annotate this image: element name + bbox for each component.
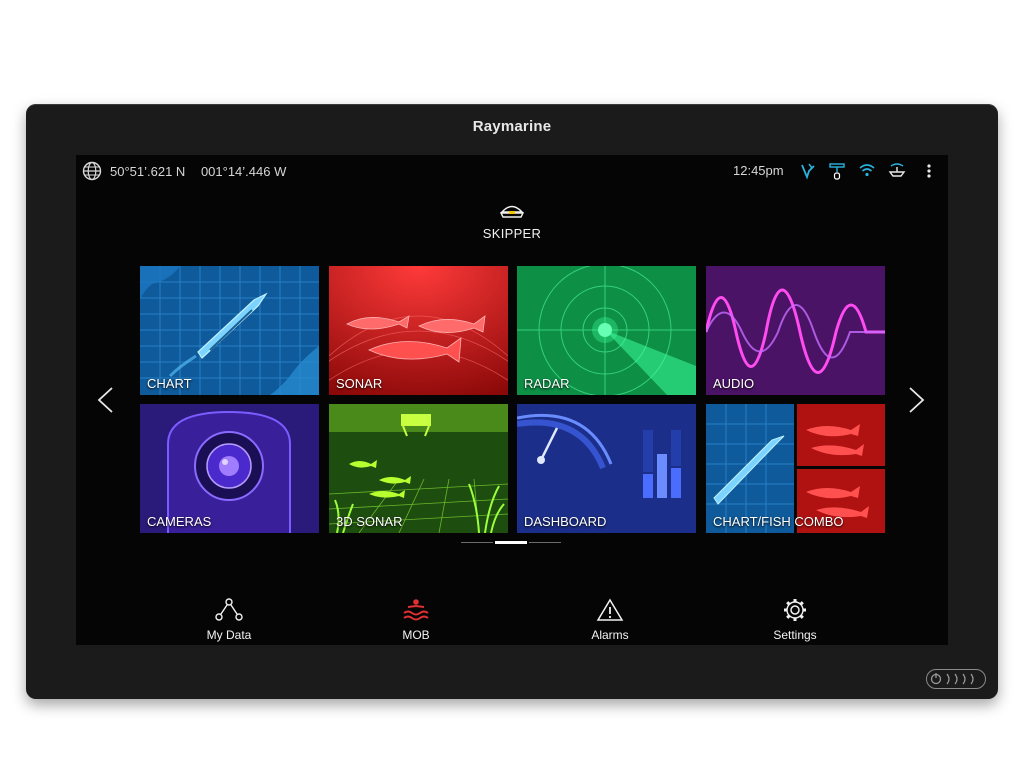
tile-label: RADAR (524, 376, 570, 391)
app-tile-chart-fish-combo[interactable]: CHART/FISH COMBO (706, 404, 885, 533)
nav-label: Alarms (591, 628, 629, 642)
nav-label: Settings (773, 628, 817, 642)
nav-mob[interactable]: MOB (371, 598, 461, 642)
app-tile-cameras[interactable]: CAMERAS (140, 404, 319, 533)
app-tile-radar[interactable]: RADAR (517, 266, 696, 395)
globe-icon[interactable] (82, 161, 102, 181)
power-button[interactable] (926, 669, 986, 689)
man-overboard-icon (403, 599, 429, 621)
tile-label: CHART (147, 376, 192, 391)
screen: 50°51’.621 N 001°14’.446 W 12:45pm SKIPP… (76, 155, 948, 645)
wifi-icon[interactable] (858, 162, 876, 178)
clock: 12:45pm (733, 163, 784, 178)
longitude: 001°14’.446 W (200, 164, 287, 179)
tile-label: CAMERAS (147, 514, 212, 529)
latitude: 50°51’.621 N (110, 164, 186, 179)
app-tile-sonar[interactable]: SONAR (329, 266, 508, 395)
previous-page-arrow-icon[interactable] (94, 385, 116, 415)
brand-logo: Raymarine (472, 118, 552, 135)
page-dot[interactable] (461, 542, 493, 543)
ais-target-icon[interactable] (887, 162, 907, 180)
display-bezel: Raymarine 50°51’.621 N 001°14’.446 W 12:… (26, 104, 998, 699)
tile-label: SONAR (336, 376, 383, 391)
gear-icon (784, 599, 806, 621)
position-readout[interactable]: 50°51’.621 N 001°14’.446 W (110, 164, 298, 179)
sonar-transducer-icon[interactable] (828, 162, 846, 182)
nav-alarms[interactable]: Alarms (565, 598, 655, 642)
next-page-arrow-icon[interactable] (906, 385, 928, 415)
tile-label: 3D SONAR (336, 514, 403, 529)
gps-signal-icon[interactable] (800, 162, 816, 180)
power-icon (930, 673, 974, 685)
nav-settings[interactable]: Settings (750, 598, 840, 642)
nav-my-data[interactable]: My Data (184, 598, 274, 642)
warning-icon (596, 598, 624, 621)
app-tile-dashboard[interactable]: DASHBOARD (517, 404, 696, 533)
tile-label: CHART/FISH COMBO (713, 514, 844, 529)
app-tile-chart[interactable]: CHART (140, 266, 319, 395)
more-menu-icon[interactable] (925, 162, 933, 180)
page-dot[interactable] (529, 542, 561, 543)
tile-label: DASHBOARD (524, 514, 607, 529)
profile-selector[interactable]: SKIPPER (456, 203, 568, 241)
network-icon (215, 598, 243, 621)
status-bar: 50°51’.621 N 001°14’.446 W 12:45pm (76, 155, 948, 189)
app-tile-audio[interactable]: AUDIO (706, 266, 885, 395)
captain-hat-icon (499, 205, 525, 218)
tile-label: AUDIO (713, 376, 755, 391)
nav-label: My Data (206, 628, 252, 642)
app-tile-3d-sonar[interactable]: 3D SONAR (329, 404, 508, 533)
nav-label: MOB (402, 628, 430, 642)
page-dot-active[interactable] (495, 541, 527, 544)
profile-label: SKIPPER (482, 226, 542, 241)
